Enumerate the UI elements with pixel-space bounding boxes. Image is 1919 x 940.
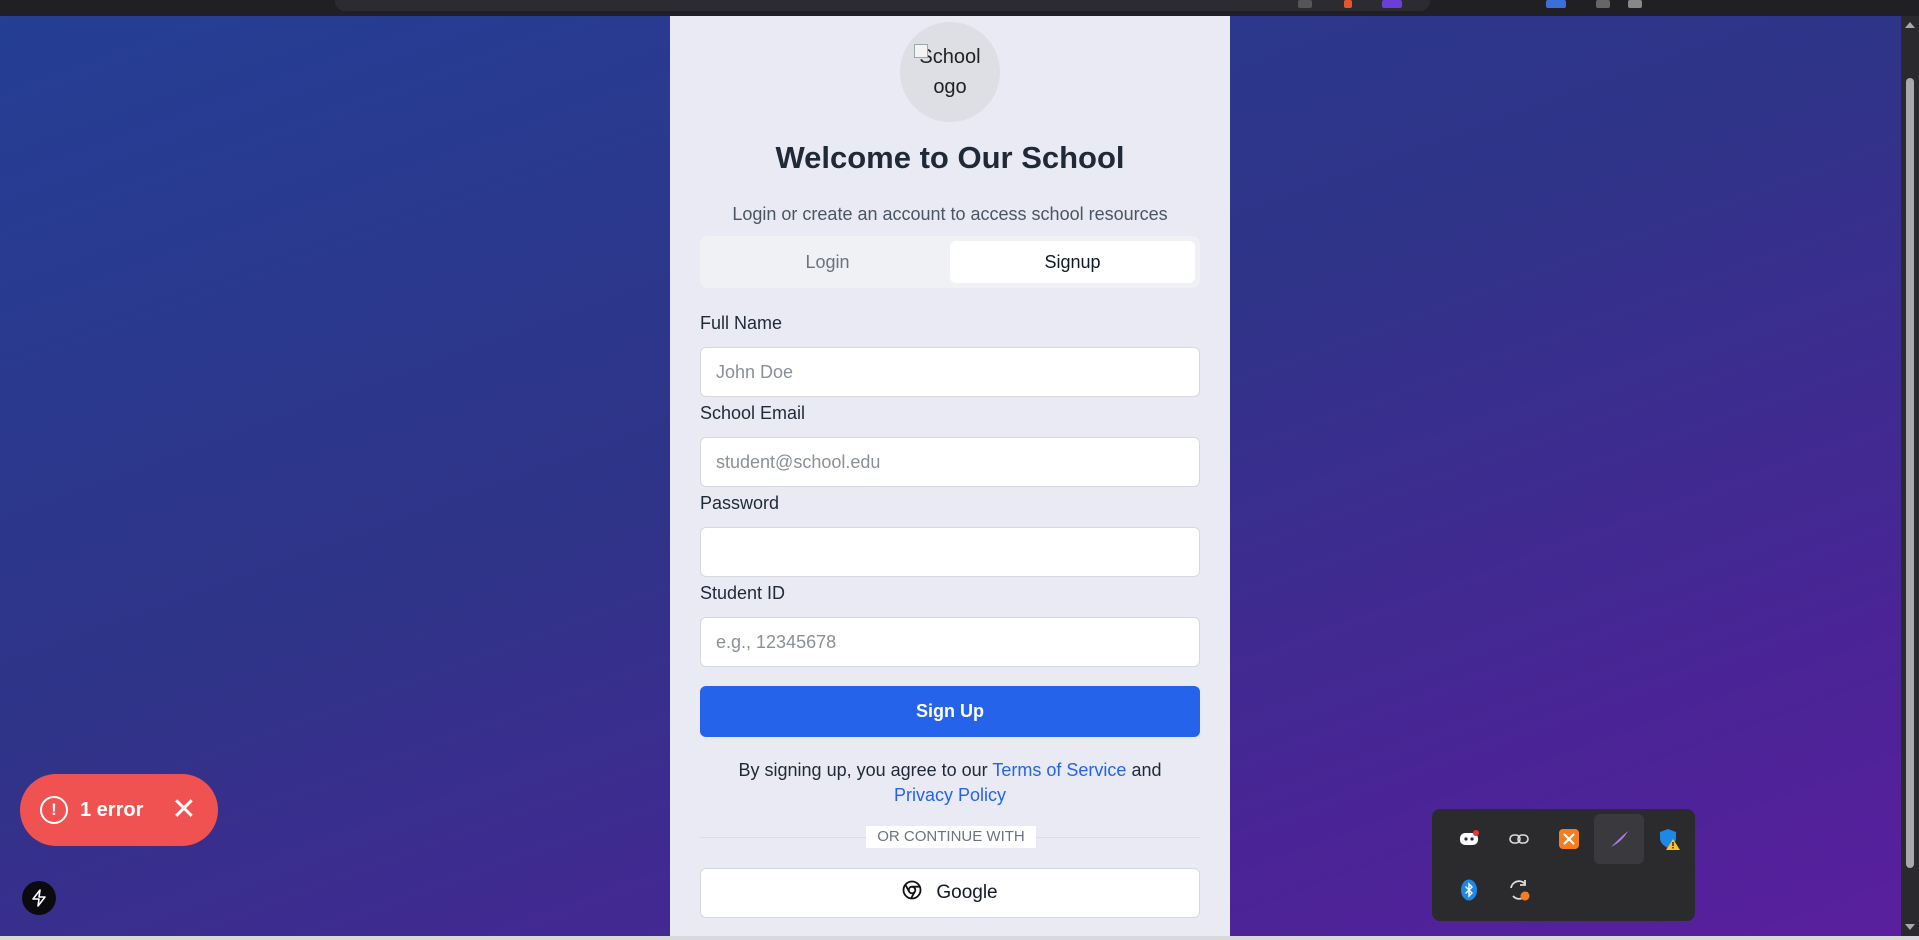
student-id-input[interactable] (700, 617, 1200, 667)
shield-warning-icon[interactable] (1644, 814, 1694, 864)
logo-alt-text-line1: School (919, 46, 981, 68)
auth-tabs: Login Signup (700, 236, 1200, 288)
sync-icon[interactable] (1494, 865, 1544, 915)
school-logo: School ogo (900, 22, 1000, 122)
bluetooth-icon[interactable] (1444, 865, 1494, 915)
google-signin-button[interactable]: Google (700, 868, 1200, 918)
discord-icon[interactable] (1444, 814, 1494, 864)
logo-alt-text-line2: ogo (933, 76, 967, 98)
xampp-icon[interactable] (1544, 814, 1594, 864)
scroll-up-icon[interactable] (1905, 22, 1915, 28)
extensions-puzzle-icon[interactable] (1628, 0, 1642, 8)
lightning-bolt-icon[interactable] (22, 881, 56, 915)
auth-card: School ogo Welcome to Our School Login o… (670, 16, 1230, 936)
scroll-down-icon[interactable] (1905, 924, 1915, 930)
google-label: Google (936, 882, 998, 903)
error-toast[interactable]: ! 1 error ✕ (20, 774, 218, 846)
error-count: 1 error (80, 798, 144, 821)
scrollbar-thumb[interactable] (1906, 78, 1914, 868)
page-title: Welcome to Our School (775, 140, 1125, 175)
tab-signup[interactable]: Signup (950, 241, 1195, 283)
full-name-label: Full Name (700, 313, 783, 333)
divider-text: OR CONTINUE WITH (866, 826, 1036, 848)
feather-icon[interactable] (1594, 814, 1644, 864)
page-subtitle: Login or create an account to access sch… (732, 204, 1168, 224)
profile-icon[interactable] (1546, 0, 1566, 8)
sign-up-button[interactable]: Sign Up (700, 686, 1200, 737)
bottom-edge (0, 936, 1919, 940)
privacy-policy-link[interactable]: Privacy Policy (894, 785, 1006, 805)
error-alert-icon: ! (40, 796, 68, 824)
terms-of-service-link[interactable]: Terms of Service (992, 760, 1126, 780)
email-input[interactable] (700, 437, 1200, 487)
extension-icon[interactable] (1298, 0, 1312, 8)
system-tray-overflow (1432, 809, 1695, 921)
address-bar[interactable] (335, 0, 1430, 11)
broken-image-icon (914, 44, 928, 58)
browser-top-bar (0, 0, 1919, 16)
terms-middle: and (1131, 760, 1162, 780)
extension-icon[interactable] (1382, 0, 1402, 8)
brave-icon[interactable] (1344, 0, 1352, 8)
email-label: School Email (700, 403, 806, 423)
google-chrome-icon (902, 880, 922, 906)
terms-notice: By signing up, you agree to our Terms of… (710, 758, 1190, 808)
terms-prefix: By signing up, you agree to our (738, 760, 988, 780)
tab-login[interactable]: Login (705, 241, 950, 283)
full-name-input[interactable] (700, 347, 1200, 397)
extension-icon[interactable] (1596, 0, 1610, 8)
link-icon[interactable] (1494, 814, 1544, 864)
student-id-label: Student ID (700, 583, 786, 603)
page-scrollbar[interactable] (1901, 16, 1919, 936)
close-icon[interactable]: ✕ (171, 795, 196, 825)
password-label: Password (700, 493, 780, 513)
password-input[interactable] (700, 527, 1200, 577)
